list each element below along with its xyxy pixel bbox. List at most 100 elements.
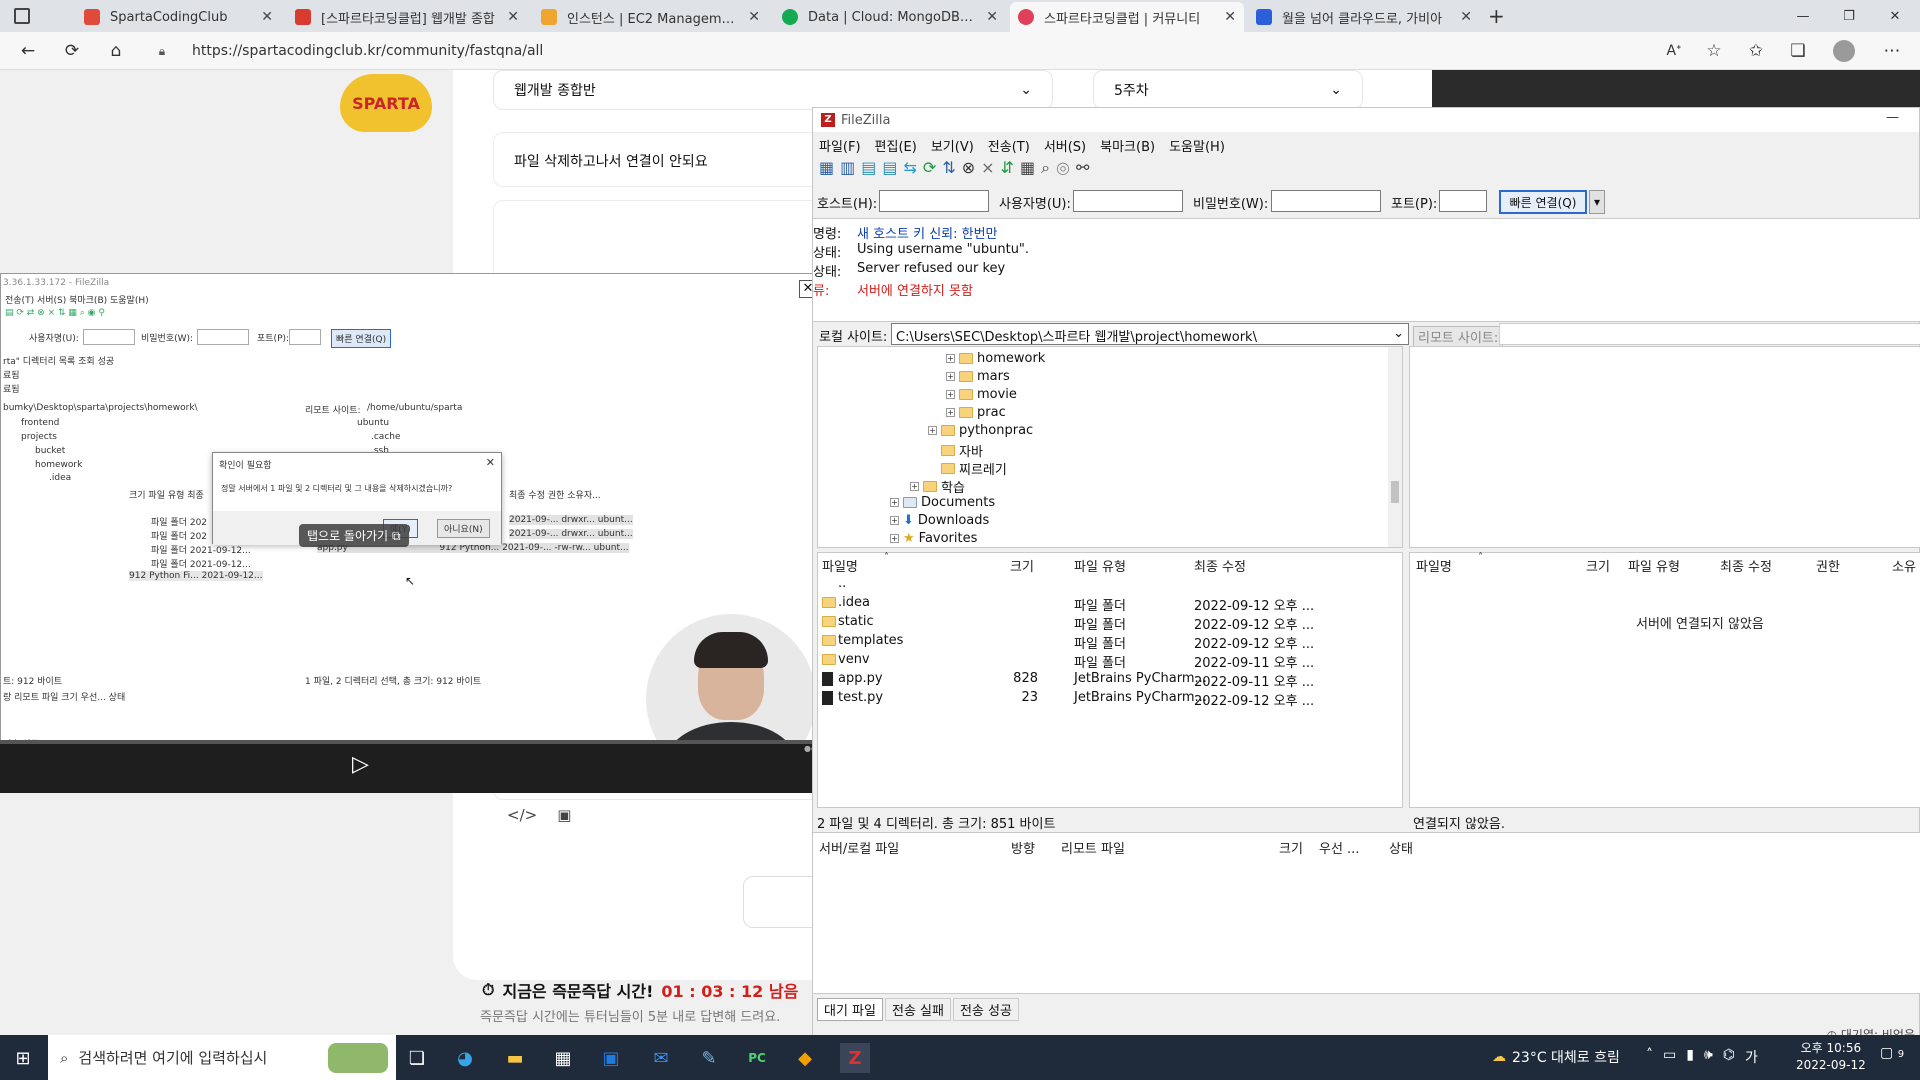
tree-scrollbar[interactable] bbox=[1388, 347, 1402, 547]
queue-col-priority[interactable]: 우선 ... bbox=[1319, 838, 1359, 857]
tab-close-icon[interactable]: ✕ bbox=[748, 9, 760, 25]
code-block-icon[interactable]: </> bbox=[507, 806, 537, 824]
toggle-queue-icon[interactable]: ⇆ bbox=[904, 158, 917, 178]
tab-successful-transfers[interactable]: 전송 성공 bbox=[952, 998, 1019, 1021]
col-size[interactable]: 크기 bbox=[1586, 556, 1610, 575]
queue-col-direction[interactable]: 방향 bbox=[1011, 838, 1035, 857]
queue-col-server-local[interactable]: 서버/로컬 파일 bbox=[819, 838, 899, 857]
image-upload-icon[interactable]: ▣ bbox=[557, 806, 571, 824]
fz-minimize-icon[interactable]: — bbox=[1886, 110, 1899, 125]
col-type[interactable]: 파일 유형 bbox=[1074, 556, 1126, 575]
tree-scroll-thumb[interactable] bbox=[1391, 481, 1399, 503]
read-aloud-icon[interactable]: Aᐩ bbox=[1660, 39, 1688, 63]
profile-avatar-icon[interactable] bbox=[1830, 39, 1858, 63]
notification-center[interactable]: ▢ 9 bbox=[1880, 1045, 1904, 1061]
table-row[interactable]: venv 파일 폴더 2022-09-11 오후 ... bbox=[818, 651, 1390, 671]
quick-connect-button[interactable]: 빠른 연결(Q) bbox=[1499, 190, 1587, 214]
toggle-log-icon[interactable]: ▥ bbox=[840, 158, 855, 178]
tab-5[interactable]: 월을 넘어 클라우드로, 가비아 ✕ bbox=[1248, 2, 1480, 32]
pycharm-icon[interactable]: PC bbox=[742, 1043, 772, 1073]
tab-4-active[interactable]: 스파르타코딩클럽 | 커뮤니티 ✕ bbox=[1010, 2, 1244, 32]
video-progress-track[interactable] bbox=[0, 740, 826, 744]
favorites-icon[interactable]: ✩ bbox=[1742, 39, 1770, 63]
close-window-icon[interactable]: ✕ bbox=[1872, 0, 1918, 32]
mail-icon[interactable]: ✉ bbox=[646, 1043, 676, 1073]
more-menu-icon[interactable]: ⋯ bbox=[1878, 39, 1906, 63]
sync-browse-icon[interactable]: ◎ bbox=[1056, 158, 1070, 178]
disconnect-icon[interactable]: ⨯ bbox=[981, 158, 994, 178]
tab-failed-transfers[interactable]: 전송 실패 bbox=[884, 998, 951, 1021]
edge-browser-icon[interactable]: ◕ bbox=[450, 1043, 480, 1073]
col-filename[interactable]: 파일명 bbox=[822, 556, 858, 575]
col-permissions[interactable]: 권한 bbox=[1816, 556, 1840, 575]
tree-item-documents[interactable]: Documents bbox=[921, 495, 995, 510]
col-modified[interactable]: 최종 수정 bbox=[1720, 556, 1772, 575]
back-to-tab-overlay[interactable]: 탭으로 돌아가기 ⧉ bbox=[299, 524, 409, 547]
tree-item-homework[interactable]: homework bbox=[977, 351, 1045, 366]
course-select[interactable]: 웹개발 종합반 ⌄ bbox=[493, 70, 1053, 110]
store-icon[interactable]: ▣ bbox=[596, 1043, 626, 1073]
network-icon[interactable]: ⌬ bbox=[1723, 1047, 1735, 1067]
expand-icon[interactable]: + bbox=[946, 372, 955, 381]
toggle-remote-tree-icon[interactable]: ▤ bbox=[882, 158, 897, 178]
video-player[interactable]: 3.36.1.33.172 - FileZilla 전송(T) 서버(S) 북마… bbox=[0, 273, 826, 793]
col-size[interactable]: 크기 bbox=[1010, 556, 1034, 575]
filter-icon[interactable]: ⌕ bbox=[1041, 158, 1050, 178]
volume-icon[interactable]: 🕪︎ bbox=[1704, 1047, 1713, 1067]
tab-close-icon[interactable]: ✕ bbox=[507, 9, 519, 25]
restore-icon[interactable]: ❐ bbox=[1826, 0, 1872, 32]
expand-icon[interactable]: + bbox=[946, 354, 955, 363]
dir-compare-icon[interactable]: ▦ bbox=[1020, 158, 1035, 178]
local-path-combo[interactable]: C:\Users\SEC\Desktop\스파르타 웹개발\project\ho… bbox=[891, 323, 1409, 345]
taskbar-search-box[interactable]: ⌕ 검색하려면 여기에 입력하십시 bbox=[48, 1035, 396, 1080]
tab-3[interactable]: Data | Cloud: MongoDB Cloud ✕ bbox=[774, 2, 1006, 32]
cancel-icon[interactable]: ⊗ bbox=[962, 158, 975, 178]
menu-help[interactable]: 도움말(H) bbox=[1169, 136, 1225, 155]
new-tab-plus-icon[interactable]: + bbox=[1488, 6, 1505, 26]
remote-file-list[interactable]: 파일명 ˄ 크기 파일 유형 최종 수정 권한 소유 서버에 연결되지 않았음 bbox=[1409, 552, 1920, 808]
username-input[interactable] bbox=[1073, 190, 1183, 212]
port-input[interactable] bbox=[1439, 190, 1487, 212]
task-view-icon[interactable]: ❏ bbox=[402, 1043, 432, 1073]
queue-col-status[interactable]: 상태 bbox=[1389, 838, 1413, 857]
table-row[interactable]: test.py 23 JetBrains PyCharm... 2022-09-12 … bbox=[818, 689, 1390, 709]
notepad-icon[interactable]: ✎ bbox=[694, 1043, 724, 1073]
play-icon[interactable]: ▷ bbox=[352, 752, 369, 777]
collections-icon[interactable]: ❏ bbox=[1784, 39, 1812, 63]
table-row[interactable]: .idea 파일 폴더 2022-09-12 오후 ... bbox=[818, 594, 1390, 614]
tab-close-icon[interactable]: ✕ bbox=[1224, 9, 1236, 25]
process-queue-icon[interactable]: ⇅ bbox=[942, 158, 955, 178]
password-input[interactable] bbox=[1271, 190, 1381, 212]
tab-2[interactable]: 인스턴스 | EC2 Management Con ✕ bbox=[533, 2, 768, 32]
tab-close-icon[interactable]: ✕ bbox=[1460, 9, 1472, 25]
weather-widget[interactable]: ☁ 23°C 대체로 흐림 bbox=[1492, 1047, 1620, 1067]
expand-icon[interactable]: + bbox=[910, 482, 919, 491]
local-dir-tree[interactable]: + homework + mars + movie + prac + pythonprac… bbox=[817, 346, 1403, 548]
tree-item-movie[interactable]: movie bbox=[977, 387, 1017, 402]
col-type[interactable]: 파일 유형 bbox=[1628, 556, 1680, 575]
calculator-icon[interactable]: ▦ bbox=[548, 1043, 578, 1073]
toggle-local-tree-icon[interactable]: ▤ bbox=[861, 158, 876, 178]
tree-item-mars[interactable]: mars bbox=[977, 369, 1010, 384]
menu-bookmarks[interactable]: 북마크(B) bbox=[1100, 136, 1155, 155]
tree-item-prac[interactable]: prac bbox=[977, 405, 1006, 420]
reconnect-icon[interactable]: ⇵ bbox=[1001, 158, 1014, 178]
queue-col-size[interactable]: 크기 bbox=[1279, 838, 1303, 857]
tab-close-icon[interactable]: ✕ bbox=[261, 9, 273, 25]
expand-icon[interactable]: + bbox=[946, 408, 955, 417]
tab-0[interactable]: SpartaCodingClub ✕ bbox=[76, 2, 281, 32]
quick-connect-dropdown-icon[interactable]: ▾ bbox=[1589, 190, 1605, 214]
week-select[interactable]: 5주차 ⌄ bbox=[1093, 70, 1363, 110]
favorite-add-icon[interactable]: ☆ bbox=[1700, 39, 1728, 63]
refresh-icon[interactable]: ⟳ bbox=[58, 39, 86, 63]
windows-start-icon[interactable]: ⊞ bbox=[8, 1043, 38, 1073]
remote-dir-tree[interactable] bbox=[1409, 346, 1920, 548]
file-explorer-icon[interactable]: ▬ bbox=[500, 1043, 530, 1073]
tree-item-starling[interactable]: 찌르레기 bbox=[959, 459, 1007, 478]
menu-view[interactable]: 보기(V) bbox=[931, 136, 974, 155]
tree-item-pythonprac[interactable]: pythonprac bbox=[959, 423, 1033, 438]
table-row[interactable]: app.py 828 JetBrains PyCharm... 2022-09-11 … bbox=[818, 670, 1390, 690]
tree-item-downloads[interactable]: Downloads bbox=[918, 513, 989, 528]
menu-edit[interactable]: 편집(E) bbox=[875, 136, 917, 155]
col-modified[interactable]: 최종 수정 bbox=[1194, 556, 1246, 575]
